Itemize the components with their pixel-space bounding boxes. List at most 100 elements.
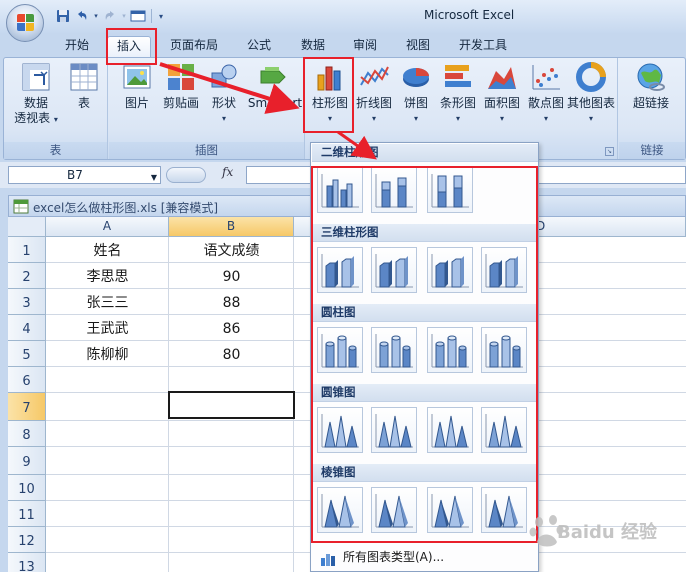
name-box-dropdown-icon[interactable]: ▼ [151,170,157,186]
row-header-3[interactable]: 3 [8,289,46,315]
formula-bar-resize-icon[interactable] [166,167,206,183]
chart-subtype-3-1[interactable] [371,407,417,453]
customize-qat-icon[interactable]: ▾ [157,8,165,24]
tab-review[interactable]: 审阅 [343,36,387,57]
chart-subtype-0-1[interactable] [371,167,417,213]
cell-a3[interactable]: 张三三 [46,289,169,315]
chart-subtype-4-0[interactable] [317,487,363,533]
smartart-button[interactable]: SmartArt [245,61,305,111]
tab-page-layout[interactable]: 页面布局 [163,36,225,57]
chart-subtype-2-0[interactable] [317,327,363,373]
save-icon[interactable] [55,8,71,24]
shapes-button[interactable]: 形状 ▾ [205,61,243,126]
redo-dropdown-icon[interactable]: ▾ [121,8,127,24]
name-box[interactable]: B7 ▼ [8,166,161,184]
chart-subtype-3-0[interactable] [317,407,363,453]
row-header-5[interactable]: 5 [8,341,46,367]
select-all-corner[interactable] [8,217,46,237]
chart-subtype-0-2[interactable] [427,167,473,213]
chart-subtype-1-0[interactable] [317,247,363,293]
cell-b1[interactable]: 语文成绩 [169,237,294,263]
insert-function-icon[interactable]: fx [222,165,233,179]
row-header-13[interactable]: 13 [8,553,46,572]
row-header-10[interactable]: 10 [8,475,46,501]
cell-b2[interactable]: 90 [169,263,294,289]
scatter-chart-button[interactable]: 散点图 ▾ [524,61,568,126]
charts-dialog-launcher-icon[interactable]: ↘ [605,147,614,156]
chart-subtype-1-3[interactable] [481,247,527,293]
line-chart-button[interactable]: 折线图 ▾ [352,61,396,126]
redo-icon[interactable] [102,8,118,24]
cell-a1[interactable]: 姓名 [46,237,169,263]
pie-chart-button[interactable]: 饼图 ▾ [396,61,436,126]
cell-a5[interactable]: 陈柳柳 [46,341,169,367]
selected-cell-b7[interactable] [168,391,295,419]
scatter-chart-icon [530,61,562,93]
column-chart-button[interactable]: 柱形图 ▾ [308,61,352,126]
row-header-9[interactable]: 9 [8,447,46,475]
row-header-7[interactable]: 7 [8,393,46,421]
cell-b5[interactable]: 80 [169,341,294,367]
row-header-2[interactable]: 2 [8,263,46,289]
row-header-12[interactable]: 12 [8,527,46,553]
other-charts-label: 其他图表 [566,96,615,110]
chart-subtype-2-1[interactable] [371,327,417,373]
column-header-b[interactable]: B [169,217,294,237]
gallery-section-header-2: 圆柱图 [312,304,538,322]
qat-separator [151,9,152,23]
row-header-4[interactable]: 4 [8,315,46,341]
chart-subtype-3-2[interactable] [427,407,473,453]
tab-view[interactable]: 视图 [396,36,440,57]
cell-a2[interactable]: 李思思 [46,263,169,289]
other-charts-button[interactable]: 其他图表 ▾ [566,61,616,126]
gallery-section-header-0: 二维柱形图 [312,144,538,162]
pivot-table-button[interactable]: 数据 透视表 ▾ [10,61,62,127]
table-icon [68,61,100,93]
column-chart-label: 柱形图 [311,96,348,110]
cell-b3[interactable]: 88 [169,289,294,315]
group-label-links: 链接 [619,142,685,159]
column-chart-icon [314,61,346,93]
column-chart-dropdown-icon: ▾ [327,114,332,123]
row-header-8[interactable]: 8 [8,421,46,447]
row-header-11[interactable]: 11 [8,501,46,527]
hyperlink-button[interactable]: 超链接 [623,61,679,111]
tab-formulas[interactable]: 公式 [237,36,281,57]
undo-dropdown-icon[interactable]: ▾ [93,8,99,24]
area-chart-button[interactable]: 面积图 ▾ [480,61,524,126]
print-preview-icon[interactable] [130,8,146,24]
chart-subtype-2-3[interactable] [481,327,527,373]
row-header-6[interactable]: 6 [8,367,46,393]
cell-b4[interactable]: 86 [169,315,294,341]
title-bar: ▾ ▾ ▾ Microsoft Excel [0,0,686,42]
chart-subtype-4-2[interactable] [427,487,473,533]
tab-insert[interactable]: 插入 [107,36,151,57]
office-button[interactable] [6,4,44,42]
cell-a4[interactable]: 王武武 [46,315,169,341]
chart-subtype-1-1[interactable] [371,247,417,293]
chart-subtype-2-2[interactable] [427,327,473,373]
group-label-illustrations: 插图 [109,142,304,159]
chart-subtype-0-0[interactable] [317,167,363,213]
all-chart-types-item[interactable]: 所有图表类型(A)... [312,543,538,571]
row-header-1[interactable]: 1 [8,237,46,263]
column-header-a[interactable]: A [46,217,169,237]
clipart-button[interactable]: 剪贴画 [159,61,203,111]
chart-subtype-3-3[interactable] [481,407,527,453]
table-button[interactable]: 表 [64,61,104,111]
tab-developer[interactable]: 开发工具 [452,36,514,57]
line-chart-label: 折线图 [355,96,392,110]
chart-subtype-4-1[interactable] [371,487,417,533]
chart-subtype-4-3[interactable] [481,487,527,533]
baidu-watermark-text: Baidu 经验 [557,522,658,543]
pie-chart-icon [400,61,432,93]
undo-icon[interactable] [74,8,90,24]
tab-data[interactable]: 数据 [291,36,335,57]
chart-subtype-1-2[interactable] [427,247,473,293]
all-chart-types-label: 所有图表类型(A)... [343,550,445,564]
bar-chart-button[interactable]: 条形图 ▾ [436,61,480,126]
picture-button[interactable]: 图片 [115,61,159,111]
bar-chart-icon [442,61,474,93]
tab-home[interactable]: 开始 [55,36,99,57]
gallery-section-header-3: 圆锥图 [312,384,538,402]
